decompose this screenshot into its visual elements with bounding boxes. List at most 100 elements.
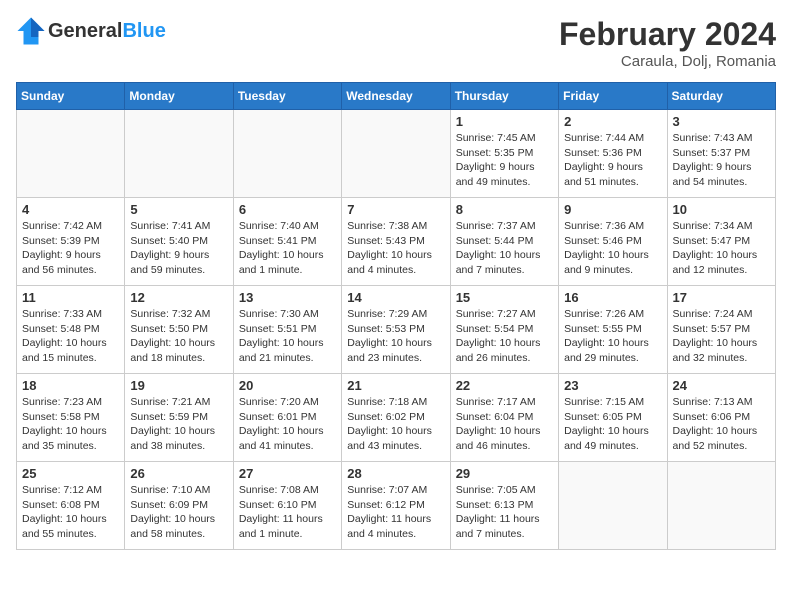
cell-content: Sunrise: 7:26 AMSunset: 5:55 PMDaylight:… <box>564 307 661 366</box>
cell-content: Sunrise: 7:42 AMSunset: 5:39 PMDaylight:… <box>22 219 119 278</box>
cell-line: Sunset: 6:09 PM <box>130 498 227 513</box>
cell-line: Sunset: 6:05 PM <box>564 410 661 425</box>
cell-content: Sunrise: 7:08 AMSunset: 6:10 PMDaylight:… <box>239 483 336 542</box>
cell-line: Sunset: 5:41 PM <box>239 234 336 249</box>
calendar-cell: 27Sunrise: 7:08 AMSunset: 6:10 PMDayligh… <box>233 462 341 550</box>
cell-line: Sunset: 5:43 PM <box>347 234 444 249</box>
calendar-cell <box>342 110 450 198</box>
cell-line: Daylight: 10 hours and 29 minutes. <box>564 336 661 365</box>
week-row-3: 18 Sunrise: 7:23 AMSunset: 5:58 PMDayligh… <box>17 374 776 462</box>
cell-line: Daylight: 11 hours and 4 minutes. <box>347 512 444 541</box>
calendar-cell: 26Sunrise: 7:10 AMSunset: 6:09 PMDayligh… <box>125 462 233 550</box>
cell-content: Sunrise: 7:24 AMSunset: 5:57 PMDaylight:… <box>673 307 770 366</box>
day-number: 13 <box>239 290 336 305</box>
week-row-0: 1Sunrise: 7:45 AMSunset: 5:35 PMDaylight… <box>17 110 776 198</box>
cell-line: Daylight: 10 hours and 32 minutes. <box>673 336 770 365</box>
calendar-cell <box>17 110 125 198</box>
cell-content: Sunrise: 7:29 AMSunset: 5:53 PMDaylight:… <box>347 307 444 366</box>
header-row: SundayMondayTuesdayWednesdayThursdayFrid… <box>17 83 776 110</box>
calendar-header: SundayMondayTuesdayWednesdayThursdayFrid… <box>17 83 776 110</box>
cell-line: Daylight: 10 hours and 9 minutes. <box>564 248 661 277</box>
cell-content: Sunrise: 7:45 AMSunset: 5:35 PMDaylight:… <box>456 131 553 190</box>
cell-line: Sunrise: 7:30 AM <box>239 307 336 322</box>
cell-content: Sunrise: 7:32 AMSunset: 5:50 PMDaylight:… <box>130 307 227 366</box>
cell-content: Sunrise: 7:23 AMSunset: 5:58 PMDaylight:… <box>22 395 119 454</box>
day-number: 20 <box>239 378 336 393</box>
calendar-cell <box>559 462 667 550</box>
cell-line: Sunrise: 7:05 AM <box>456 483 553 498</box>
calendar-cell: 19Sunrise: 7:21 AMSunset: 5:59 PMDayligh… <box>125 374 233 462</box>
cell-content: Sunrise: 7:12 AMSunset: 6:08 PMDaylight:… <box>22 483 119 542</box>
header-cell-friday: Friday <box>559 83 667 110</box>
day-number: 2 <box>564 114 661 129</box>
cell-line: Sunset: 6:01 PM <box>239 410 336 425</box>
cell-line: Sunset: 5:35 PM <box>456 146 553 161</box>
cell-line: Daylight: 9 hours and 56 minutes. <box>22 248 119 277</box>
day-number: 6 <box>239 202 336 217</box>
page-header: GeneralBlue February 2024 Caraula, Dolj,… <box>16 16 776 70</box>
cell-line: Daylight: 9 hours and 59 minutes. <box>130 248 227 277</box>
cell-line: Daylight: 10 hours and 21 minutes. <box>239 336 336 365</box>
cell-content: Sunrise: 7:38 AMSunset: 5:43 PMDaylight:… <box>347 219 444 278</box>
calendar-cell: 6 Sunrise: 7:40 AMSunset: 5:41 PMDaylight… <box>233 198 341 286</box>
cell-content: Sunrise: 7:44 AMSunset: 5:36 PMDaylight:… <box>564 131 661 190</box>
cell-line: Sunrise: 7:23 AM <box>22 395 119 410</box>
logo-icon <box>16 16 46 46</box>
cell-content: Sunrise: 7:17 AMSunset: 6:04 PMDaylight:… <box>456 395 553 454</box>
cell-line: Sunrise: 7:17 AM <box>456 395 553 410</box>
day-number: 14 <box>347 290 444 305</box>
cell-line: Sunrise: 7:44 AM <box>564 131 661 146</box>
calendar-cell <box>667 462 775 550</box>
cell-line: Daylight: 10 hours and 23 minutes. <box>347 336 444 365</box>
cell-content: Sunrise: 7:18 AMSunset: 6:02 PMDaylight:… <box>347 395 444 454</box>
week-row-4: 25 Sunrise: 7:12 AMSunset: 6:08 PMDayligh… <box>17 462 776 550</box>
cell-line: Daylight: 10 hours and 55 minutes. <box>22 512 119 541</box>
cell-line: Daylight: 10 hours and 1 minute. <box>239 248 336 277</box>
cell-content: Sunrise: 7:40 AMSunset: 5:41 PMDaylight:… <box>239 219 336 278</box>
cell-line: Sunset: 5:54 PM <box>456 322 553 337</box>
day-number: 17 <box>673 290 770 305</box>
cell-line: Daylight: 10 hours and 18 minutes. <box>130 336 227 365</box>
cell-line: Sunset: 5:36 PM <box>564 146 661 161</box>
cell-content: Sunrise: 7:41 AMSunset: 5:40 PMDaylight:… <box>130 219 227 278</box>
cell-line: Sunrise: 7:40 AM <box>239 219 336 234</box>
cell-line: Sunset: 6:13 PM <box>456 498 553 513</box>
cell-content: Sunrise: 7:10 AMSunset: 6:09 PMDaylight:… <box>130 483 227 542</box>
cell-line: Sunset: 5:37 PM <box>673 146 770 161</box>
cell-line: Sunset: 5:48 PM <box>22 322 119 337</box>
cell-line: Daylight: 10 hours and 43 minutes. <box>347 424 444 453</box>
cell-line: Daylight: 9 hours and 49 minutes. <box>456 160 553 189</box>
logo-blue: Blue <box>122 20 165 42</box>
cell-line: Sunrise: 7:15 AM <box>564 395 661 410</box>
cell-line: Daylight: 10 hours and 46 minutes. <box>456 424 553 453</box>
day-number: 23 <box>564 378 661 393</box>
calendar-cell <box>233 110 341 198</box>
cell-line: Sunrise: 7:32 AM <box>130 307 227 322</box>
cell-content: Sunrise: 7:15 AMSunset: 6:05 PMDaylight:… <box>564 395 661 454</box>
day-number: 29 <box>456 466 553 481</box>
day-number: 18 <box>22 378 119 393</box>
calendar-cell: 15Sunrise: 7:27 AMSunset: 5:54 PMDayligh… <box>450 286 558 374</box>
cell-line: Sunset: 6:02 PM <box>347 410 444 425</box>
calendar-cell: 5 Sunrise: 7:41 AMSunset: 5:40 PMDaylight… <box>125 198 233 286</box>
cell-line: Sunset: 5:53 PM <box>347 322 444 337</box>
calendar-cell: 18 Sunrise: 7:23 AMSunset: 5:58 PMDayligh… <box>17 374 125 462</box>
week-row-1: 4Sunrise: 7:42 AMSunset: 5:39 PMDaylight… <box>17 198 776 286</box>
calendar-cell: 22Sunrise: 7:17 AMSunset: 6:04 PMDayligh… <box>450 374 558 462</box>
day-number: 12 <box>130 290 227 305</box>
cell-line: Daylight: 10 hours and 15 minutes. <box>22 336 119 365</box>
cell-line: Sunrise: 7:42 AM <box>22 219 119 234</box>
day-number: 25 <box>22 466 119 481</box>
cell-line: Sunrise: 7:34 AM <box>673 219 770 234</box>
cell-line: Sunrise: 7:08 AM <box>239 483 336 498</box>
day-number: 8 <box>456 202 553 217</box>
cell-line: Daylight: 11 hours and 1 minute. <box>239 512 336 541</box>
header-cell-tuesday: Tuesday <box>233 83 341 110</box>
day-number: 3 <box>673 114 770 129</box>
day-number: 7 <box>347 202 444 217</box>
day-number: 5 <box>130 202 227 217</box>
cell-line: Daylight: 10 hours and 7 minutes. <box>456 248 553 277</box>
cell-line: Daylight: 9 hours and 51 minutes. <box>564 160 661 189</box>
calendar-cell: 17 Sunrise: 7:24 AMSunset: 5:57 PMDayligh… <box>667 286 775 374</box>
cell-line: Sunset: 5:39 PM <box>22 234 119 249</box>
